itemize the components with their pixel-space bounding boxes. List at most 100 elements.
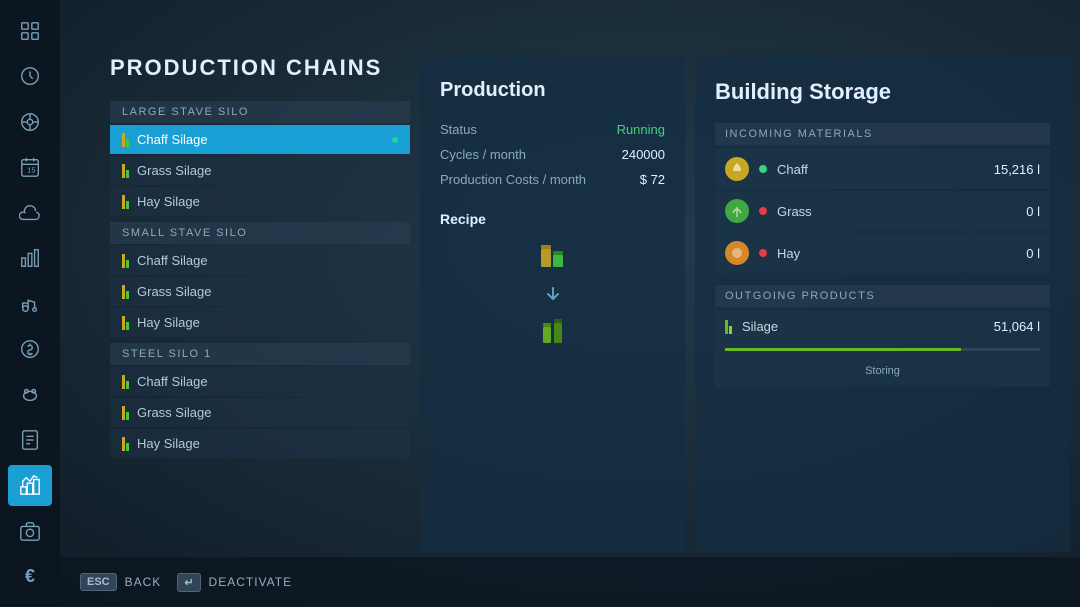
production-chains-title: PRODUCTION CHAINS xyxy=(110,55,410,81)
silage-name: Silage xyxy=(742,319,984,334)
sidebar-item-steering[interactable] xyxy=(8,101,52,142)
chain-item-label: Chaff Silage xyxy=(137,374,208,389)
back-key: ESC xyxy=(80,573,117,591)
chain-item-label: Grass Silage xyxy=(137,284,211,299)
svg-text:15: 15 xyxy=(27,166,35,175)
outgoing-section: OUTGOING PRODUCTS Silage 51,064 l Storin… xyxy=(715,285,1050,387)
chain-item-label: Grass Silage xyxy=(137,405,211,420)
item-icon-small-chaff xyxy=(122,254,129,268)
item-icon-steel-chaff xyxy=(122,375,129,389)
silage-row: Silage 51,064 l xyxy=(725,319,1040,334)
item-icon-steel-grass xyxy=(122,406,129,420)
recipe-section: Recipe xyxy=(440,211,665,349)
costs-row: Production Costs / month $ 72 xyxy=(440,172,665,187)
item-icon-small-hay xyxy=(122,316,129,330)
chain-item-label: Hay Silage xyxy=(137,194,200,209)
storage-title: Building Storage xyxy=(715,79,1050,105)
chain-item-label: Hay Silage xyxy=(137,315,200,330)
grass-status-dot xyxy=(759,207,767,215)
sidebar-item-calendar[interactable]: 15 xyxy=(8,146,52,187)
hay-status-dot xyxy=(759,249,767,257)
sidebar-item-stats[interactable] xyxy=(8,237,52,278)
sidebar-item-time[interactable] xyxy=(8,55,52,96)
chaff-icon xyxy=(725,157,749,181)
silage-status: Storing xyxy=(865,365,900,377)
chain-item-large-grass[interactable]: Grass Silage xyxy=(110,156,410,185)
section-header-small-stave: SMALL STAVE SILO xyxy=(110,222,410,244)
storage-item-hay: Hay 0 l xyxy=(715,233,1050,273)
production-chains-panel: PRODUCTION CHAINS LARGE STAVE SILO Chaff… xyxy=(110,55,410,552)
deactivate-label: DEACTIVATE xyxy=(209,575,293,589)
sidebar-item-camera[interactable] xyxy=(8,510,52,551)
production-title: Production xyxy=(440,79,665,102)
chain-item-label: Hay Silage xyxy=(137,436,200,451)
item-icon-large-chaff xyxy=(122,133,129,147)
storage-panel: Building Storage INCOMING MATERIALS Chaf… xyxy=(695,55,1070,552)
grass-name: Grass xyxy=(777,204,1016,219)
chain-item-small-hay[interactable]: Hay Silage xyxy=(110,308,410,337)
chain-item-label: Chaff Silage xyxy=(137,253,208,268)
chain-item-small-chaff[interactable]: Chaff Silage xyxy=(110,246,410,275)
back-label: BACK xyxy=(125,575,162,589)
cycles-value: 240000 xyxy=(622,147,665,162)
recipe-icons xyxy=(440,241,665,349)
chain-item-large-chaff[interactable]: Chaff Silage xyxy=(110,125,410,154)
storage-item-silage: Silage 51,064 l Storing xyxy=(715,311,1050,387)
silage-progress-bar xyxy=(725,348,961,351)
sidebar-item-animal[interactable] xyxy=(8,374,52,415)
chain-item-steel-hay[interactable]: Hay Silage xyxy=(110,429,410,458)
cycles-row: Cycles / month 240000 xyxy=(440,147,665,162)
back-button[interactable]: ESC BACK xyxy=(80,573,161,591)
sidebar-item-finance[interactable] xyxy=(8,328,52,369)
bottom-bar: ESC BACK ↵ DEACTIVATE xyxy=(60,557,1080,607)
chaff-value: 15,216 l xyxy=(994,162,1040,177)
item-icon-large-hay xyxy=(122,195,129,209)
hay-name: Hay xyxy=(777,246,1016,261)
recipe-title: Recipe xyxy=(440,211,665,227)
grass-value: 0 l xyxy=(1026,204,1040,219)
costs-label: Production Costs / month xyxy=(440,172,586,187)
sidebar-item-tractor[interactable] xyxy=(8,283,52,324)
sidebar-item-overview[interactable] xyxy=(8,10,52,51)
recipe-output-icon xyxy=(537,317,569,349)
chain-item-label: Grass Silage xyxy=(137,163,211,178)
sidebar-item-production[interactable] xyxy=(8,465,52,506)
cycles-label: Cycles / month xyxy=(440,147,526,162)
chaff-name: Chaff xyxy=(777,162,984,177)
grass-icon xyxy=(725,199,749,223)
chain-item-small-grass[interactable]: Grass Silage xyxy=(110,277,410,306)
active-dot xyxy=(392,137,398,143)
deactivate-button[interactable]: ↵ DEACTIVATE xyxy=(177,573,292,592)
sidebar-item-euro[interactable]: € xyxy=(8,556,52,597)
outgoing-header: OUTGOING PRODUCTS xyxy=(715,285,1050,307)
status-row: Status Running xyxy=(440,122,665,137)
section-header-large-stave: LARGE STAVE SILO xyxy=(110,101,410,123)
sidebar-item-weather[interactable] xyxy=(8,192,52,233)
storage-item-grass: Grass 0 l xyxy=(715,191,1050,231)
hay-value: 0 l xyxy=(1026,246,1040,261)
sidebar: 15 xyxy=(0,0,60,607)
silage-progress-container xyxy=(725,348,1040,351)
chain-item-large-hay[interactable]: Hay Silage xyxy=(110,187,410,216)
sidebar-item-contracts[interactable] xyxy=(8,419,52,460)
chain-item-steel-chaff[interactable]: Chaff Silage xyxy=(110,367,410,396)
chain-item-label: Chaff Silage xyxy=(137,132,208,147)
section-header-steel-silo: STEEL SILO 1 xyxy=(110,343,410,365)
storage-item-chaff: Chaff 15,216 l xyxy=(715,149,1050,189)
hay-icon xyxy=(725,241,749,265)
production-panel: Production Status Running Cycles / month… xyxy=(420,55,685,552)
item-icon-small-grass xyxy=(122,285,129,299)
incoming-header: INCOMING MATERIALS xyxy=(715,123,1050,145)
item-icon-steel-hay xyxy=(122,437,129,451)
silage-icon xyxy=(725,320,732,334)
recipe-arrow-icon xyxy=(537,279,569,311)
deactivate-key: ↵ xyxy=(177,573,200,592)
costs-value: $ 72 xyxy=(640,172,665,187)
item-icon-large-grass xyxy=(122,164,129,178)
silage-value: 51,064 l xyxy=(994,319,1040,334)
chain-item-steel-grass[interactable]: Grass Silage xyxy=(110,398,410,427)
recipe-input-icon xyxy=(537,241,569,273)
chaff-status-dot xyxy=(759,165,767,173)
chain-list: LARGE STAVE SILO Chaff Silage Grass Sila… xyxy=(110,97,410,458)
status-value: Running xyxy=(617,122,665,137)
